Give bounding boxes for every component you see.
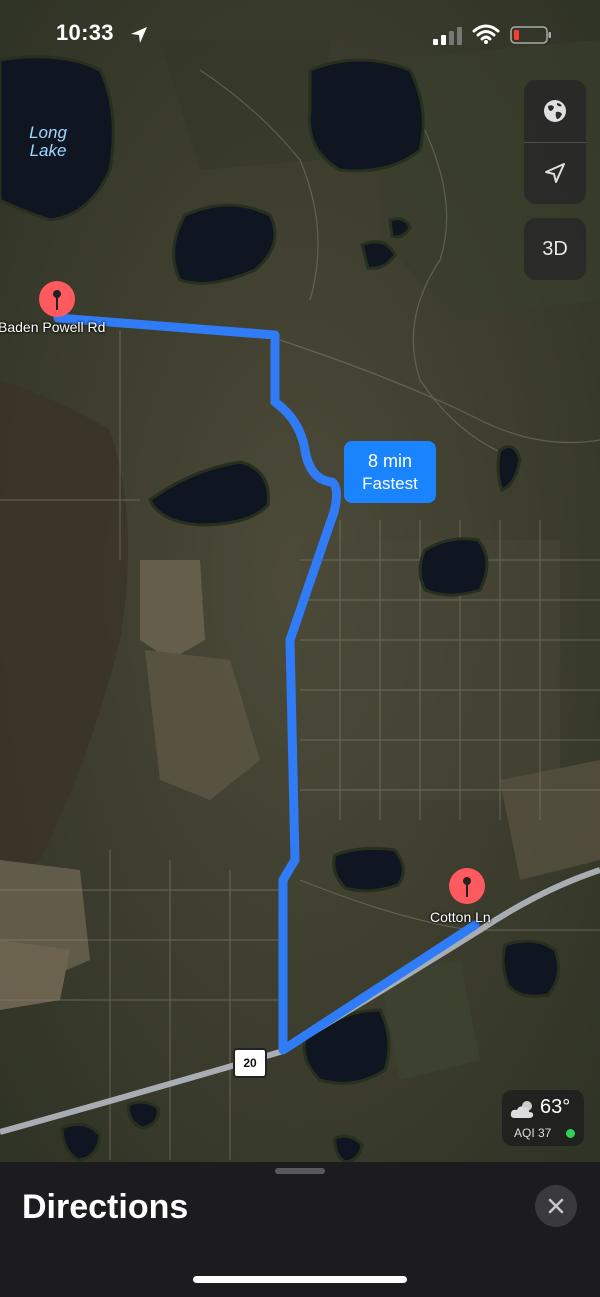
status-bar: 10:33 — [0, 18, 600, 54]
lake-label: Long Lake — [29, 123, 67, 160]
air-quality-index: AQI 37 — [514, 1126, 552, 1140]
aqi-status-dot — [566, 1129, 575, 1138]
route-type: Fastest — [362, 474, 418, 493]
3d-view-button[interactable]: 3D — [524, 218, 586, 280]
road-shield-20: 20 — [233, 1048, 267, 1078]
satellite-map[interactable] — [0, 0, 600, 1162]
partly-cloudy-icon — [510, 1101, 534, 1118]
end-pin-label[interactable]: Cotton Ln — [430, 909, 491, 925]
route-time: 8 min — [367, 451, 412, 471]
sheet-title: Directions — [22, 1188, 189, 1226]
map-control-group — [524, 80, 586, 204]
home-indicator[interactable] — [193, 1276, 407, 1283]
close-icon — [548, 1198, 564, 1214]
weather-widget[interactable]: 63° AQI 37 — [502, 1090, 584, 1146]
map-type-button[interactable] — [524, 80, 586, 142]
status-time: 10:33 — [56, 20, 114, 45]
location-arrow-icon — [545, 163, 565, 183]
battery-icon — [510, 26, 551, 44]
close-button[interactable] — [535, 1185, 577, 1227]
directions-sheet: Directions — [0, 1162, 600, 1297]
cellular-signal-icon — [433, 27, 462, 45]
start-pin-label[interactable]: Baden Powell Rd — [0, 319, 105, 335]
sheet-grabber[interactable] — [275, 1168, 325, 1174]
maps-screen: Long Lake Baden Powell Rd Cotton Ln 20 8… — [0, 0, 600, 1297]
end-pin-icon[interactable] — [447, 866, 487, 906]
weather-temperature: 63° — [540, 1096, 571, 1118]
location-services-icon — [131, 27, 147, 43]
track-location-button[interactable] — [524, 142, 586, 204]
route-callout[interactable]: 8 min Fastest — [344, 441, 436, 503]
start-pin-icon[interactable] — [37, 279, 77, 319]
wifi-icon — [472, 24, 500, 44]
globe-icon — [544, 100, 566, 122]
